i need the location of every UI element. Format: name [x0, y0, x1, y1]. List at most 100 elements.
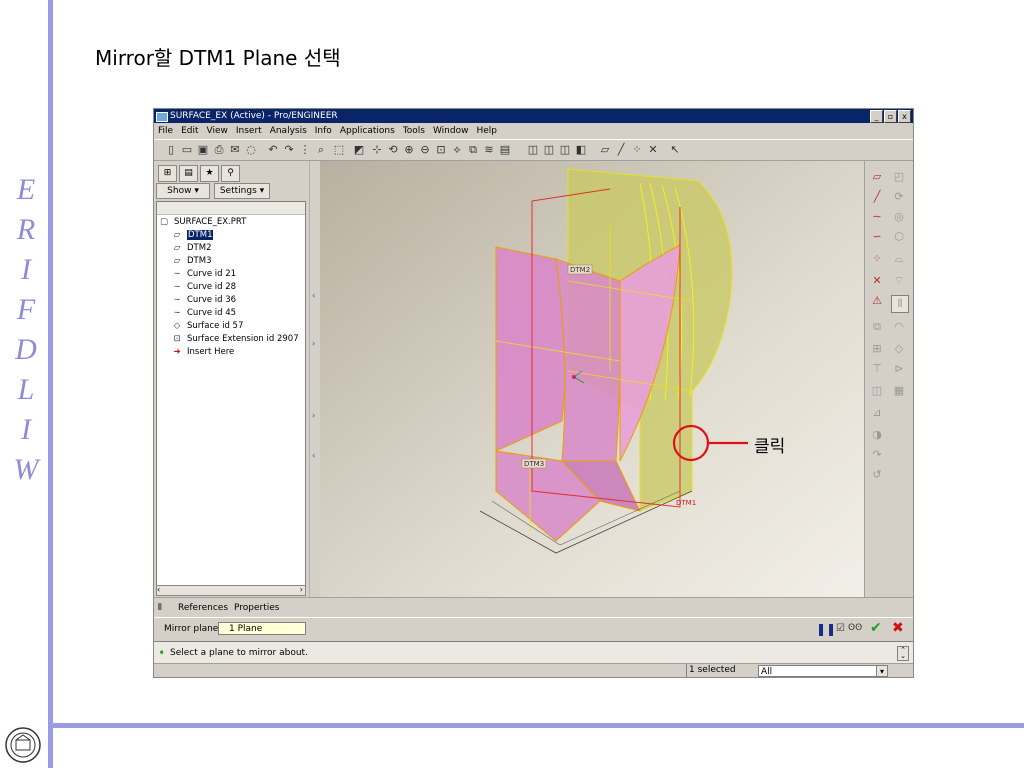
tree-item-dtm3[interactable]: ▱ DTM3	[171, 255, 212, 268]
datum-axis-display-icon[interactable]: ╱	[614, 143, 628, 157]
send-mail-icon[interactable]: ✉	[228, 143, 242, 157]
merge-tool-icon[interactable]: ⊞	[869, 341, 885, 357]
view-manager-icon[interactable]: ▤	[498, 143, 512, 157]
tree-item-curve-45[interactable]: ∼ Curve id 45	[171, 307, 236, 320]
expand-arrow-icon[interactable]: ›	[312, 339, 315, 348]
menu-help[interactable]: Help	[476, 126, 497, 136]
repaint-icon[interactable]: ◩	[352, 143, 366, 157]
menu-window[interactable]: Window	[433, 126, 469, 136]
new-file-icon[interactable]: ▯	[164, 143, 178, 157]
saved-views-icon[interactable]: ⧉	[466, 143, 480, 157]
hole-tool-icon[interactable]: ◎	[891, 209, 907, 225]
minimize-button[interactable]: _	[870, 110, 883, 123]
undo-icon[interactable]: ↶	[266, 143, 280, 157]
datum-axis-tool-icon[interactable]: ╱	[869, 189, 885, 205]
wireframe-icon[interactable]: ◫	[526, 143, 540, 157]
no-hidden-icon[interactable]: ◫	[558, 143, 572, 157]
mirror-plane-collector[interactable]: 1 Plane	[218, 622, 306, 635]
tree-item-surface-extension[interactable]: ⊡ Surface Extension id 2907	[171, 333, 298, 346]
filter-dropdown[interactable]: All	[758, 665, 888, 677]
menu-info[interactable]: Info	[315, 126, 332, 136]
round-tool-icon[interactable]: ◠	[891, 319, 907, 335]
refit-icon[interactable]: ⊡	[434, 143, 448, 157]
warp-tool-icon[interactable]: ↷	[869, 447, 885, 463]
draft-tool-icon[interactable]: ⌔	[891, 273, 907, 289]
tree-item-curve-21[interactable]: ∼ Curve id 21	[171, 268, 236, 281]
maximize-button[interactable]: ▫	[884, 110, 897, 123]
accept-check-icon[interactable]: ✔	[870, 620, 882, 636]
tree-item-dtm1[interactable]: ▱ DTM1	[171, 229, 214, 242]
datum-point-tool-icon[interactable]: ⁘	[869, 251, 885, 267]
datum-plane-tool-icon[interactable]: ▱	[869, 169, 885, 185]
regenerate-icon[interactable]: ◌	[244, 143, 258, 157]
shading-icon[interactable]: ◧	[574, 143, 588, 157]
context-help-icon[interactable]: ↖	[668, 143, 682, 157]
coord-sys-display-icon[interactable]: ✕	[646, 143, 660, 157]
menu-edit[interactable]: Edit	[181, 126, 198, 136]
sketch-tool-icon[interactable]: ◰	[891, 169, 907, 185]
tab-references[interactable]: References	[178, 598, 228, 618]
reorient-icon[interactable]: ⟡	[450, 143, 464, 157]
rib-tool-icon[interactable]: ⌓	[891, 251, 907, 267]
orient-icon[interactable]: ⟲	[386, 143, 400, 157]
datum-point-display-icon[interactable]: ⁘	[630, 143, 644, 157]
open-file-icon[interactable]: ▭	[180, 143, 194, 157]
zoom-in-icon[interactable]: ⊕	[402, 143, 416, 157]
collapse-arrow-icon[interactable]: ‹	[312, 451, 315, 460]
tree-item-surface-57[interactable]: ◇ Surface id 57	[171, 320, 244, 333]
menu-file[interactable]: File	[158, 126, 173, 136]
chamfer-tool-icon[interactable]: ◇	[891, 341, 907, 357]
datum-curve-tool-icon[interactable]: ∼	[869, 209, 885, 225]
connections-tab-icon[interactable]: ⚲	[221, 165, 240, 182]
redo-icon[interactable]: ↷	[282, 143, 296, 157]
save-icon[interactable]: ▣	[196, 143, 210, 157]
datum-plane-display-icon[interactable]: ▱	[598, 143, 612, 157]
offset-tool-icon[interactable]: ◫	[869, 383, 885, 399]
menu-tools[interactable]: Tools	[403, 126, 425, 136]
tree-item-root[interactable]: ▢ SURFACE_EX.PRT	[158, 216, 246, 229]
message-scroll-icon[interactable]: ⌃ ⌄	[897, 646, 909, 661]
thicken-tool-icon[interactable]: ⊿	[869, 405, 885, 421]
shell-tool-icon[interactable]: ⬡	[891, 229, 907, 245]
solidify-tool-icon[interactable]: ◑	[869, 427, 885, 443]
trim-tool-icon[interactable]: ⊤	[869, 361, 885, 377]
sketched-curve-tool-icon[interactable]: ∽	[869, 229, 885, 245]
menu-analysis[interactable]: Analysis	[270, 126, 307, 136]
tree-item-dtm2[interactable]: ▱ DTM2	[171, 242, 212, 255]
close-button[interactable]: x	[898, 110, 911, 123]
tree-item-insert-here[interactable]: ➜ Insert Here	[171, 346, 234, 359]
tree-item-curve-28[interactable]: ∼ Curve id 28	[171, 281, 236, 294]
twist-tool-icon[interactable]: ↺	[869, 467, 885, 483]
find-icon[interactable]: ⌕	[314, 143, 328, 157]
model-tree-tab-icon[interactable]: ⊞	[158, 165, 177, 182]
folder-browser-tab-icon[interactable]: ▤	[179, 165, 198, 182]
menu-view[interactable]: View	[207, 126, 228, 136]
tree-item-curve-36[interactable]: ∼ Curve id 36	[171, 294, 236, 307]
menu-applications[interactable]: Applications	[340, 126, 395, 136]
analysis-feature-tool-icon[interactable]: ⚠	[869, 293, 885, 309]
pattern-tool-icon[interactable]: ▦	[891, 383, 907, 399]
scroll-right-icon[interactable]: ›	[300, 585, 303, 594]
layers-icon[interactable]: ≋	[482, 143, 496, 157]
print-icon[interactable]: ⎙	[212, 143, 226, 157]
menu-insert[interactable]: Insert	[236, 126, 262, 136]
mirror-tool-icon[interactable]: ⫴	[891, 295, 909, 313]
chevron-down-icon[interactable]: ▾	[876, 665, 888, 677]
tree-horizontal-scrollbar[interactable]: ‹ ›	[156, 585, 306, 596]
spin-center-icon[interactable]: ⊹	[370, 143, 384, 157]
extend-tool-icon[interactable]: ⊳	[891, 361, 907, 377]
expand-arrow-icon[interactable]: ›	[312, 411, 315, 420]
glasses-preview-icon[interactable]: ʘʘ	[848, 623, 862, 633]
pause-icon[interactable]: ❚❚	[816, 622, 836, 636]
settings-dropdown[interactable]: Settings ▾	[214, 183, 270, 199]
selection-box-icon[interactable]: ⬚	[332, 143, 346, 157]
model-tree-icon[interactable]: ⋮	[298, 143, 312, 157]
hidden-line-icon[interactable]: ◫	[542, 143, 556, 157]
graphics-viewport[interactable]: DTM2 DTM3 DTM1	[320, 161, 864, 597]
coord-sys-tool-icon[interactable]: ✕	[869, 273, 885, 289]
cancel-x-icon[interactable]: ✖	[892, 620, 904, 636]
preview-checkbox[interactable]: ☑	[836, 623, 845, 634]
zoom-out-icon[interactable]: ⊖	[418, 143, 432, 157]
copy-tool-icon[interactable]: ⧉	[869, 319, 885, 335]
collapse-arrow-icon[interactable]: ‹	[312, 291, 315, 300]
